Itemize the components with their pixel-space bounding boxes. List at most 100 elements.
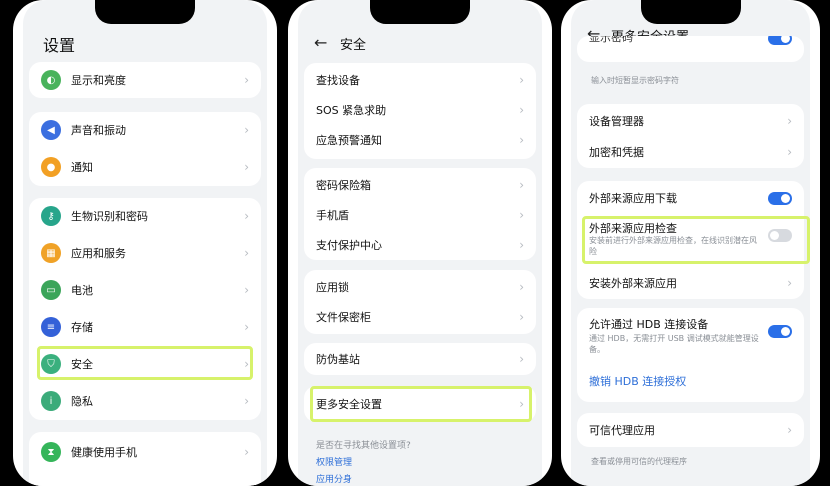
chevron-right-icon: › (519, 352, 524, 366)
security-item-label: 应用锁 (316, 281, 349, 294)
external-download-toggle[interactable] (768, 191, 792, 205)
hourglass-icon: ⧗ (41, 442, 61, 462)
install-external-item[interactable]: 安装外部来源应用 › (577, 268, 804, 298)
settings-item-apps[interactable]: ▦ 应用和服务 › (29, 235, 261, 271)
key-icon: ⚷ (41, 206, 61, 226)
chevron-right-icon: › (519, 73, 524, 87)
settings-item-notifications[interactable]: ● 通知 › (29, 149, 261, 185)
security-item-label: 支付保护中心 (316, 239, 382, 252)
chevron-right-icon: › (787, 276, 792, 290)
chevron-right-icon: › (244, 320, 249, 334)
page-title: 安全 (340, 38, 367, 53)
hdb-revoke-label: 撤销 HDB 连接授权 (589, 375, 687, 388)
speaker-icon: ◀ (41, 120, 61, 140)
settings-item-label: 健康使用手机 (71, 446, 137, 459)
trusted-agent-label: 可信代理应用 (589, 424, 655, 437)
external-check-desc: 安装前进行外部来源应用检查，在线识别潜在风险 (589, 236, 757, 256)
settings-item-label: 电池 (71, 284, 93, 297)
chevron-right-icon: › (519, 178, 524, 192)
trusted-agent-item[interactable]: 可信代理应用 › (577, 415, 804, 445)
show-password-label: 显示密码 (589, 36, 633, 44)
hdb-revoke-button[interactable]: 撤销 HDB 连接授权 (577, 366, 804, 396)
hdb-desc: 通过 HDB，无需打开 USB 调试模式就能管理设备。 (589, 334, 759, 354)
settings-item-label: 隐私 (71, 395, 93, 408)
chevron-right-icon: › (787, 423, 792, 437)
external-download-label: 外部来源应用下载 (589, 192, 677, 205)
chevron-right-icon: › (244, 123, 249, 137)
external-download-item[interactable]: 外部来源应用下载 (577, 183, 804, 213)
security-group-5: 更多安全设置 › (304, 386, 536, 422)
phone-more-security: ← 更多安全设置 显示密码 输入时短暂显示密码字符 设备管理器› 加密和凭据› … (561, 0, 820, 486)
show-password-toggle[interactable] (768, 36, 792, 45)
hdb-title: 允许通过 HDB 连接设备 (589, 318, 709, 331)
settings-item-label: 应用和服务 (71, 247, 126, 260)
battery-icon: ▭ (41, 280, 61, 300)
settings-item-label: 显示和亮度 (71, 74, 126, 87)
settings-item-display[interactable]: ◐ 显示和亮度 › (29, 62, 261, 98)
show-password-card: 显示密码 (577, 36, 804, 62)
security-screen: ← 安全 查找设备 › SOS 紧急求助 › 应急预警通知 › 密码保险箱 › 手机盾 ›… (298, 0, 542, 486)
hdb-toggle[interactable] (768, 324, 792, 338)
security-item-label: 文件保密柜 (316, 311, 371, 324)
security-item-file-safe[interactable]: 文件保密柜 › (304, 302, 536, 332)
security-item-label: 更多安全设置 (316, 398, 382, 411)
device-manager-label: 设备管理器 (589, 115, 644, 128)
security-group-1: 查找设备 › SOS 紧急求助 › 应急预警通知 › (304, 63, 536, 159)
settings-item-security[interactable]: ⛉ 安全 › (29, 346, 261, 382)
settings-item-sound[interactable]: ◀ 声音和振动 › (29, 112, 261, 148)
back-arrow-icon[interactable]: ← (314, 33, 327, 52)
chevron-right-icon: › (244, 73, 249, 87)
settings-item-label: 通知 (71, 161, 93, 174)
privacy-icon: i (41, 391, 61, 411)
storage-icon: ≡ (41, 317, 61, 337)
chevron-right-icon: › (519, 280, 524, 294)
security-item-more-settings[interactable]: 更多安全设置 › (304, 387, 536, 421)
hdb-group: 允许通过 HDB 连接设备 通过 HDB，无需打开 USB 调试模式就能管理设备… (577, 308, 804, 402)
chevron-right-icon: › (519, 238, 524, 252)
security-item-sos[interactable]: SOS 紧急求助 › (304, 95, 536, 125)
device-manager-item[interactable]: 设备管理器 › (577, 106, 804, 136)
settings-item-privacy[interactable]: i 隐私 › (29, 383, 261, 419)
security-item-emergency-alerts[interactable]: 应急预警通知 › (304, 125, 536, 155)
trusted-agent-desc: 查看或停用可信的代理程序 (591, 457, 687, 466)
show-password-row[interactable]: 显示密码 (577, 36, 804, 50)
chevron-right-icon: › (244, 357, 249, 371)
security-item-password-vault[interactable]: 密码保险箱 › (304, 170, 536, 200)
security-item-label: 手机盾 (316, 209, 349, 222)
settings-item-biometrics[interactable]: ⚷ 生物识别和密码 › (29, 198, 261, 234)
settings-item-battery[interactable]: ▭ 电池 › (29, 272, 261, 308)
chevron-right-icon: › (244, 283, 249, 297)
chevron-right-icon: › (519, 310, 524, 324)
security-group-3: 应用锁 › 文件保密柜 › (304, 270, 536, 334)
link-permission-management[interactable]: 权限管理 (316, 455, 352, 468)
security-item-find-device[interactable]: 查找设备 › (304, 65, 536, 95)
security-item-payment-protection[interactable]: 支付保护中心 › (304, 230, 536, 260)
security-item-phone-shield[interactable]: 手机盾 › (304, 200, 536, 230)
settings-item-label: 生物识别和密码 (71, 210, 148, 223)
external-check-toggle[interactable] (768, 228, 792, 242)
link-app-twin[interactable]: 应用分身 (316, 472, 352, 485)
settings-item-digital-health[interactable]: ⧗ 健康使用手机 › (29, 434, 261, 470)
security-item-app-lock[interactable]: 应用锁 › (304, 272, 536, 302)
shield-icon: ⛉ (41, 354, 61, 374)
hdb-connection-item[interactable]: 允许通过 HDB 连接设备 (577, 314, 804, 338)
settings-group-1: ◐ 显示和亮度 › (29, 62, 261, 98)
settings-item-label: 安全 (71, 358, 93, 371)
settings-item-label: 声音和振动 (71, 124, 126, 137)
settings-item-storage[interactable]: ≡ 存储 › (29, 309, 261, 345)
encryption-credentials-item[interactable]: 加密和凭据 › (577, 137, 804, 167)
chevron-right-icon: › (787, 145, 792, 159)
more-security-screen: ← 更多安全设置 显示密码 输入时短暂显示密码字符 设备管理器› 加密和凭据› … (571, 0, 810, 486)
device-admin-group: 设备管理器 › 加密和凭据 › (577, 104, 804, 168)
security-item-fake-base-station[interactable]: 防伪基站 › (304, 344, 536, 374)
chevron-right-icon: › (244, 160, 249, 174)
apps-icon: ▦ (41, 243, 61, 263)
security-item-label: 应急预警通知 (316, 134, 382, 147)
chevron-right-icon: › (519, 208, 524, 222)
security-group-2: 密码保险箱 › 手机盾 › 支付保护中心 › (304, 168, 536, 260)
settings-group-3: ⚷ 生物识别和密码 › ▦ 应用和服务 › ▭ 电池 › ≡ 存储 › ⛉ 安全 (29, 198, 261, 420)
settings-item-label: 存储 (71, 321, 93, 334)
chevron-right-icon: › (244, 394, 249, 408)
display-icon: ◐ (41, 70, 61, 90)
install-external-label: 安装外部来源应用 (589, 277, 677, 290)
